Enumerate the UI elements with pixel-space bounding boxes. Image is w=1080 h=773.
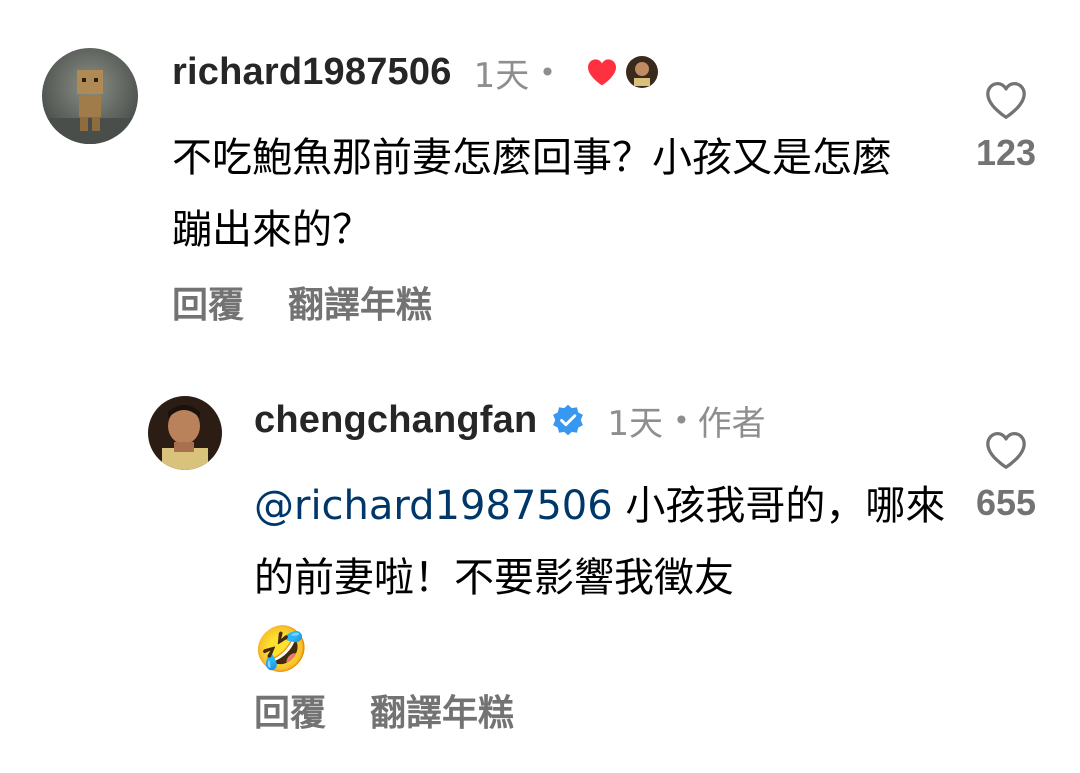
mention-link[interactable]: @richard1987506 [254, 483, 613, 529]
heart-filled-icon [586, 57, 618, 87]
heart-outline-icon[interactable] [984, 430, 1028, 474]
timestamp: 1天 [473, 55, 530, 96]
like-column: 123 [946, 80, 1066, 174]
comment-actions: 回覆 翻譯年糕 [172, 276, 432, 328]
verified-badge-icon [551, 403, 585, 437]
heart-outline-icon[interactable] [984, 80, 1028, 124]
comment-item: richard1987506 1天 • 不吃鮑魚那前妻怎麼回事？小孩又是怎麼蹦出… [0, 0, 1080, 360]
username[interactable]: chengchangfan [254, 399, 537, 442]
reply-button[interactable]: 回覆 [172, 276, 244, 328]
user-avatar[interactable] [148, 396, 222, 470]
laughing-emoji-icon: 🤣 [254, 624, 309, 675]
translate-button[interactable]: 翻譯年糕 [370, 684, 514, 736]
like-count: 123 [975, 132, 1037, 173]
like-count: 655 [975, 482, 1037, 523]
translate-button[interactable]: 翻譯年糕 [288, 276, 432, 328]
comment-text: @richard1987506 小孩我哥的，哪來的前妻啦！不要影響我徵友 🤣 [254, 470, 954, 687]
separator-dot: • [539, 55, 556, 89]
reply-button[interactable]: 回覆 [254, 684, 326, 736]
timestamp: 1天 [607, 403, 664, 444]
comment-text: 不吃鮑魚那前妻怎麼回事？小孩又是怎麼蹦出來的？ [172, 135, 892, 253]
comment-meta: chengchangfan 1天 • 作者 [254, 394, 766, 446]
cardboard-robot-avatar-icon [42, 48, 138, 144]
profile-photo-avatar-icon [148, 396, 222, 470]
author-badge: 作者 [697, 403, 766, 444]
author-mini-avatar [625, 56, 658, 88]
comment-actions: 回覆 翻譯年糕 [254, 684, 514, 736]
separator-dot: • [673, 403, 690, 437]
reply-item: chengchangfan 1天 • 作者 @richard1987506 小孩… [0, 360, 1080, 773]
user-avatar[interactable] [42, 48, 138, 144]
like-column: 655 [946, 430, 1066, 524]
comment-meta: richard1987506 1天 • [172, 46, 658, 98]
username[interactable]: richard1987506 [172, 51, 452, 94]
